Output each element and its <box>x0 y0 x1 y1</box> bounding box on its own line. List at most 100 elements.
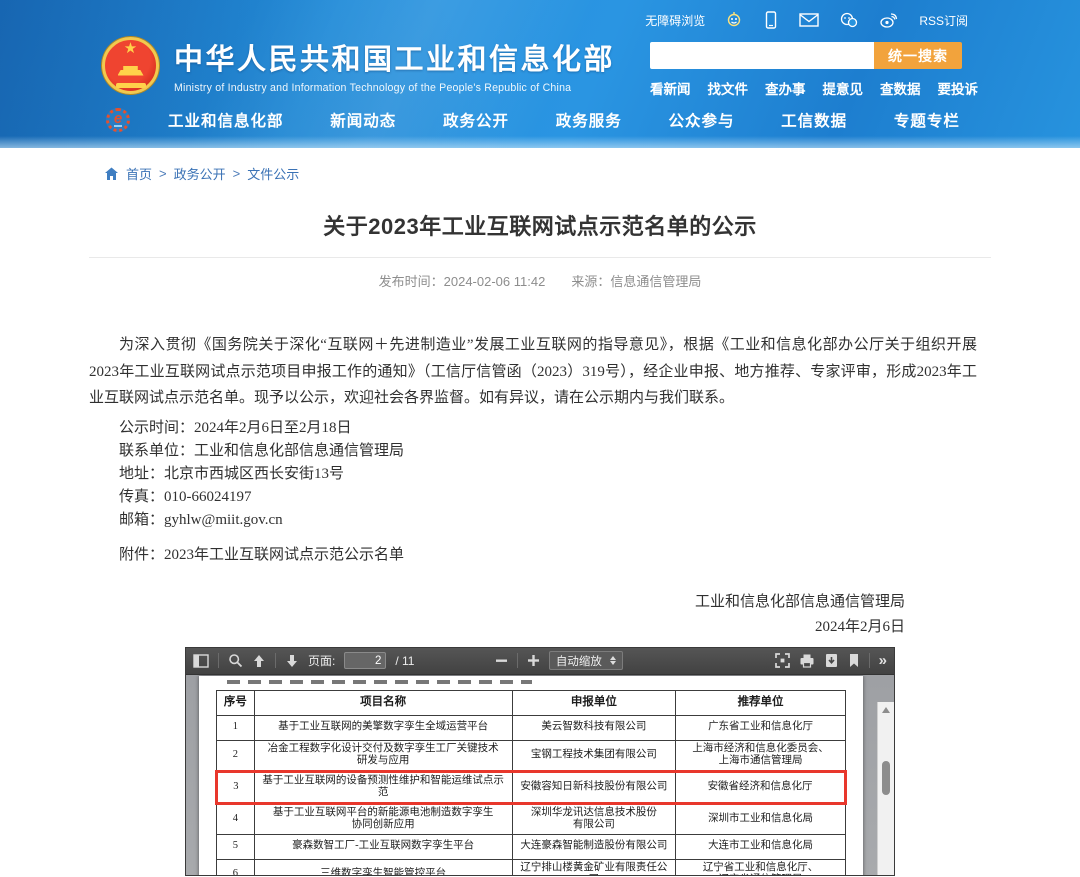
source: 来源：信息通信管理局 <box>571 271 701 290</box>
search-input[interactable] <box>650 42 874 69</box>
emblem-ribbon <box>116 83 146 88</box>
search-icon[interactable] <box>228 653 243 668</box>
pdf-table-header-cell: 序号 <box>217 690 255 715</box>
signature-org: 工业和信息化部信息通信管理局 <box>89 591 991 614</box>
mobile-icon[interactable] <box>763 11 779 29</box>
nav-item[interactable]: 工业和信息化部 <box>168 109 284 131</box>
scroll-up-arrow-icon[interactable] <box>882 707 890 713</box>
nav-item[interactable]: 政务服务 <box>556 109 622 131</box>
nav-item[interactable]: 专题专栏 <box>894 109 960 131</box>
contact-line: 地址：北京市西城区西长安街13号 <box>89 463 991 486</box>
quick-link[interactable]: 查办事 <box>765 78 806 98</box>
document-body: 为深入贯彻《国务院关于深化“互联网＋先进制造业”发展工业互联网的指导意见》，根据… <box>89 332 991 639</box>
unified-search-button[interactable]: 统一搜索 <box>874 42 962 69</box>
breadcrumb-home[interactable]: 首页 <box>126 164 152 183</box>
pdf-scrollbar[interactable] <box>877 702 894 876</box>
sidebar-toggle-icon[interactable] <box>193 654 209 668</box>
quick-link[interactable]: 提意见 <box>823 78 864 98</box>
cell-applicant: 深圳华龙讯达信息技术股份 有限公司 <box>512 803 676 834</box>
pdf-table-row: 6 三维数字孪生智能管控平台 辽宁排山楼黄金矿业有限责任公司 辽宁省工业和信息化… <box>217 859 846 876</box>
breadcrumb: 首页 > 政务公开 > 文件公示 <box>104 164 1080 183</box>
cell-index: 6 <box>217 859 255 876</box>
cell-index: 4 <box>217 803 255 834</box>
download-icon[interactable] <box>824 653 839 668</box>
quick-link[interactable]: 看新闻 <box>650 78 691 98</box>
pdf-table-header-cell: 项目名称 <box>254 690 512 715</box>
emblem-gate-icon <box>118 66 144 76</box>
mail-icon[interactable] <box>799 12 819 28</box>
breadcrumb-current: 文件公示 <box>247 164 299 183</box>
zoom-in-icon[interactable] <box>527 654 540 667</box>
quick-links: 看新闻找文件查办事提意见查数据要投诉 <box>650 78 962 98</box>
miit-swirl-logo-icon: e <box>106 108 130 132</box>
national-emblem-logo: ★ <box>102 37 159 94</box>
pdf-table-row: 4 基于工业互联网平台的新能源电池制造数字孪生 协同创新应用 深圳华龙讯达信息技… <box>217 803 846 834</box>
cell-recommender: 上海市经济和信息化委员会、 上海市通信管理局 <box>676 740 846 771</box>
cell-recommender: 安徽省经济和信息化厅 <box>676 771 846 803</box>
more-tools-icon[interactable]: » <box>879 653 887 668</box>
cell-project-name: 三维数字孪生智能管控平台 <box>254 859 512 876</box>
cell-recommender: 深圳市工业和信息化局 <box>676 803 846 834</box>
publish-time: 发布时间：2024-02-06 11:42 <box>379 271 546 290</box>
zoom-mode-select[interactable]: 自动缩放 <box>549 651 623 670</box>
emblem-star-icon: ★ <box>124 41 137 56</box>
pdf-table-row: 3 基于工业互联网的设备预测性维护和智能运维试点示范 安徽容知日新科技股份有限公… <box>217 771 846 803</box>
signature-date: 2024年2月6日 <box>89 616 991 639</box>
print-icon[interactable] <box>799 653 815 668</box>
cell-index: 2 <box>217 740 255 771</box>
page-down-icon[interactable] <box>285 654 299 668</box>
robot-icon[interactable] <box>725 11 743 29</box>
cell-recommender: 辽宁省工业和信息化厅、 辽宁省通信管理局 <box>676 859 846 876</box>
home-icon <box>104 167 119 181</box>
quick-link[interactable]: 查数据 <box>880 78 921 98</box>
breadcrumb-separator: > <box>233 166 241 181</box>
pdf-toolbar: 页面: / 11 自动缩放 <box>186 648 894 675</box>
cell-index: 3 <box>217 771 255 803</box>
accessibility-link[interactable]: 无障碍浏览 <box>645 12 705 29</box>
nav-item[interactable]: 公众参与 <box>668 109 734 131</box>
quick-link[interactable]: 找文件 <box>708 78 749 98</box>
search-area: 统一搜索 看新闻找文件查办事提意见查数据要投诉 <box>650 42 962 98</box>
cell-project-name: 基于工业互联网的设备预测性维护和智能运维试点示范 <box>254 771 512 803</box>
pdf-page: 序号项目名称申报单位推荐单位 1 基于工业互联网的美擎数字孪生全域运营平台 美云… <box>199 676 863 876</box>
contact-line: 公示时间：2024年2月6日至2月18日 <box>89 417 991 440</box>
clipped-text-line <box>227 680 532 684</box>
page-number-input[interactable] <box>344 652 386 669</box>
bookmark-icon[interactable] <box>848 653 860 668</box>
pdf-table-header-cell: 推荐单位 <box>676 690 846 715</box>
title-divider <box>89 257 991 258</box>
zoom-mode-value: 自动缩放 <box>556 653 602 669</box>
wechat-icon[interactable] <box>839 12 859 29</box>
article-title: 关于2023年工业互联网试点示范名单的公示 <box>89 209 991 241</box>
attachment-line: 附件：2023年工业互联网试点示范公示名单 <box>89 544 991 567</box>
nav-item[interactable]: 新闻动态 <box>330 109 396 131</box>
contact-line: 邮箱：gyhlw@miit.gov.cn <box>89 509 991 532</box>
brand: ★ 中华人民共和国工业和信息化部 Ministry of Industry an… <box>102 36 615 94</box>
cell-index: 1 <box>217 715 255 740</box>
nav-item[interactable]: 工信数据 <box>781 109 847 131</box>
cell-index: 5 <box>217 834 255 859</box>
nav-item[interactable]: 政务公开 <box>443 109 509 131</box>
page-up-icon[interactable] <box>252 654 266 668</box>
pdf-table-header-row: 序号项目名称申报单位推荐单位 <box>217 690 846 715</box>
breadcrumb-zhengwugongkai[interactable]: 政务公开 <box>174 164 226 183</box>
cell-project-name: 冶金工程数字化设计交付及数字孪生工厂关键技术 研发与应用 <box>254 740 512 771</box>
cell-recommender: 广东省工业和信息化厅 <box>676 715 846 740</box>
doc-contact-lines: 公示时间：2024年2月6日至2月18日联系单位：工业和信息化部信息通信管理局地… <box>89 417 991 532</box>
presentation-mode-icon[interactable] <box>775 653 790 668</box>
breadcrumb-separator: > <box>159 166 167 181</box>
quick-link[interactable]: 要投诉 <box>938 78 979 98</box>
cell-project-name: 基于工业互联网平台的新能源电池制造数字孪生 协同创新应用 <box>254 803 512 834</box>
weibo-icon[interactable] <box>879 12 899 29</box>
scrollbar-thumb[interactable] <box>882 761 890 795</box>
pdf-page-view: 序号项目名称申报单位推荐单位 1 基于工业互联网的美擎数字孪生全域运营平台 美云… <box>186 675 894 876</box>
article-meta: 发布时间：2024-02-06 11:42 来源：信息通信管理局 <box>89 271 991 290</box>
zoom-out-icon[interactable] <box>495 654 508 667</box>
main-nav: e 工业和信息化部 新闻动态 政务公开 政务服务 公众参与 工信数据 专题专栏 <box>0 101 1080 139</box>
cell-applicant: 辽宁排山楼黄金矿业有限责任公司 <box>512 859 676 876</box>
contact-line: 联系单位：工业和信息化部信息通信管理局 <box>89 440 991 463</box>
cell-project-name: 豪森数智工厂-工业互联网数字孪生平台 <box>254 834 512 859</box>
cell-project-name: 基于工业互联网的美擎数字孪生全域运营平台 <box>254 715 512 740</box>
rss-link[interactable]: RSS订阅 <box>919 12 968 29</box>
pdf-table-header-cell: 申报单位 <box>512 690 676 715</box>
